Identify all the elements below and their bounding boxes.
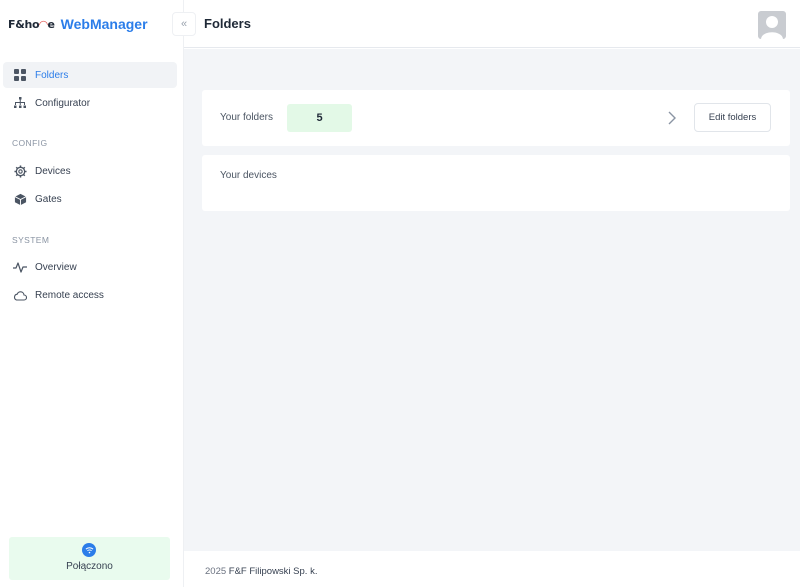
user-silhouette-icon [761,16,783,39]
sidebar-item-overview[interactable]: Overview [3,254,177,280]
devices-card: Your devices [202,155,790,211]
section-title-system: SYSTEM [12,235,50,245]
sidebar-item-label: Overview [35,261,77,273]
grid-icon [13,68,27,82]
top-header: « Folders [172,0,800,48]
footer: 2025 F&F Filipowski Sp. k. [184,551,800,587]
connection-status: Połączono [9,537,170,580]
edit-folders-button[interactable]: Edit folders [694,103,771,132]
folder-count-badge: 5 [287,104,352,132]
footer-year: 2025 [205,566,227,577]
page-title: Folders [204,16,251,31]
brand-logo[interactable]: F&ho◠e WebManager [8,14,148,34]
status-label: Połączono [66,561,113,572]
folders-label: Your folders [220,112,273,123]
folders-card: Your folders 5 Edit folders [202,90,790,146]
pulse-icon [13,260,27,274]
cloud-icon [13,288,27,302]
main-content: Your folders 5 Edit folders Your devices [184,49,800,551]
sidebar-item-folders[interactable]: Folders [3,62,177,88]
cube-icon [13,192,27,206]
wifi-icon [82,543,96,557]
sidebar-item-configurator[interactable]: Configurator [3,90,177,116]
sidebar-item-label: Devices [35,165,71,177]
double-chevron-left-icon: « [180,18,188,30]
devices-label: Your devices [220,170,277,181]
footer-company: F&F Filipowski Sp. k. [228,566,318,577]
fhome-logo: F&ho◠e [8,17,55,31]
sidebar-item-remote-access[interactable]: Remote access [3,282,177,308]
sitemap-icon [13,96,27,110]
sidebar-item-label: Configurator [35,97,91,109]
section-title-config: CONFIG [12,138,48,148]
collapse-sidebar-button[interactable]: « [172,12,196,36]
sidebar-item-gates[interactable]: Gates [3,186,177,212]
config-nav: Devices Gates [3,158,177,214]
sidebar-item-label: Gates [35,193,62,205]
sidebar-item-label: Folders [35,69,69,81]
footer-copyright: 2025 F&F Filipowski Sp. k. [205,566,317,577]
sidebar-item-label: Remote access [35,289,104,301]
avatar[interactable] [758,11,786,39]
sidebar: F&ho◠e WebManager Folders Configurator C… [0,0,184,587]
app-name: WebManager [60,16,148,32]
main-nav: Folders Configurator [3,62,177,118]
cog-icon [13,164,27,178]
chevron-right-icon[interactable] [664,108,680,128]
system-nav: Overview Remote access [3,254,177,310]
sidebar-item-devices[interactable]: Devices [3,158,177,184]
